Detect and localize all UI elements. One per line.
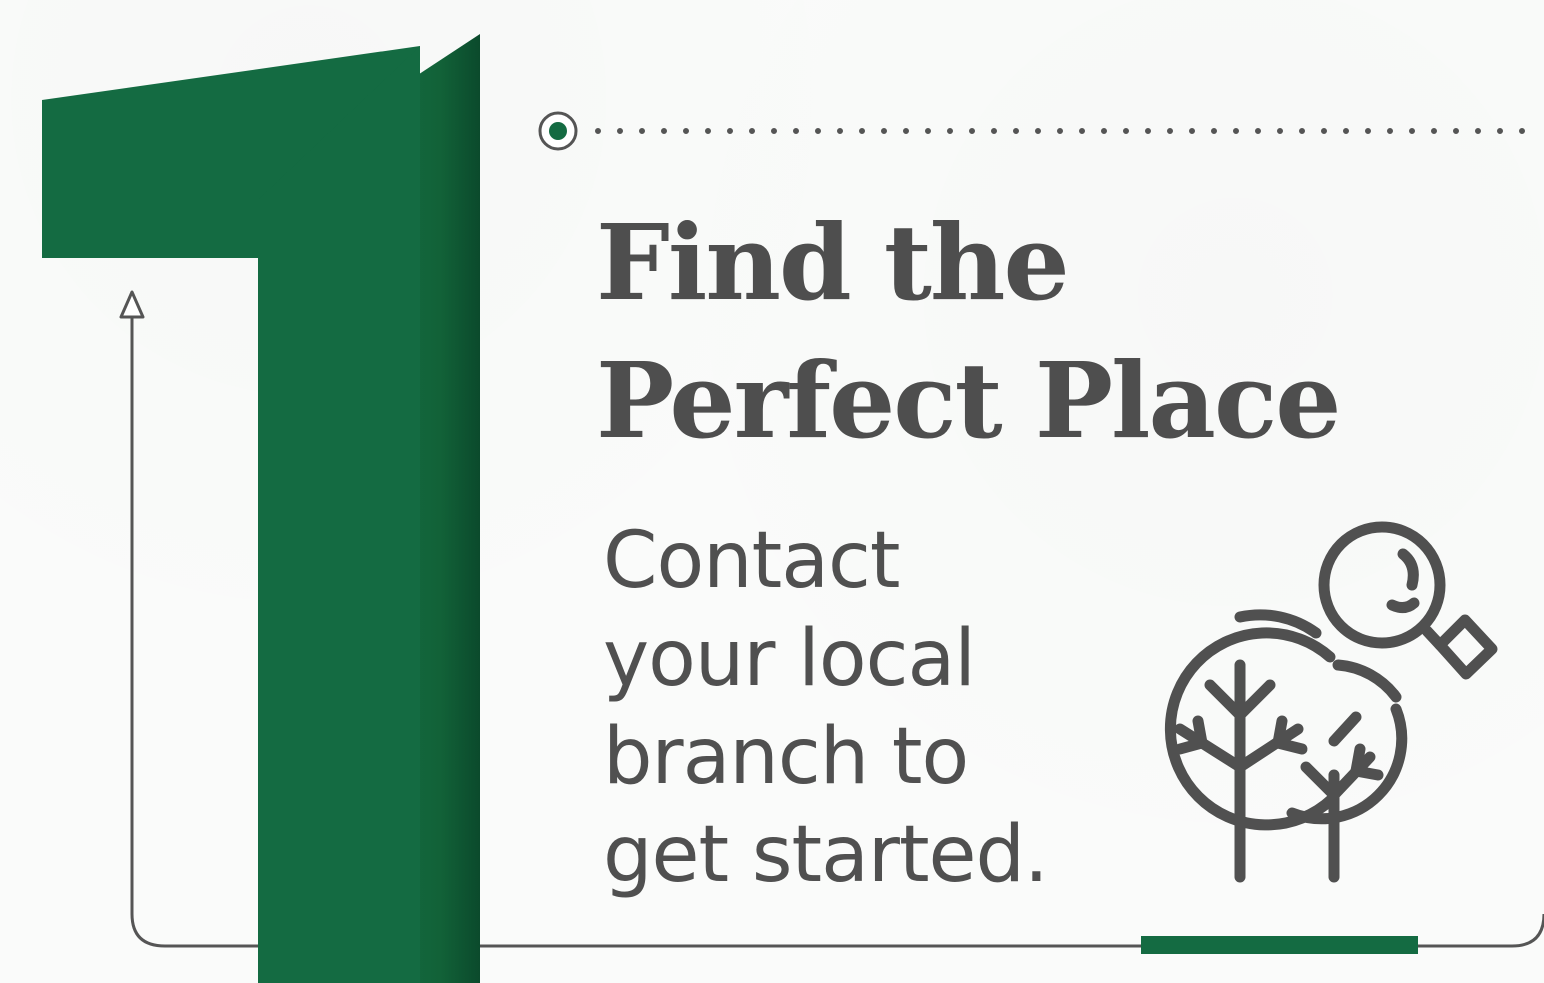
timeline-dot-icon <box>538 111 578 151</box>
up-arrow-icon <box>119 290 145 319</box>
description-line-4: get started. <box>603 810 1049 900</box>
step-card: Find the Perfect Place Contact your loca… <box>0 0 1544 983</box>
description-line-2: your local <box>603 614 976 704</box>
title-line-2: Perfect Place <box>596 339 1341 462</box>
step-title: Find the Perfect Place <box>596 194 1341 470</box>
title-line-1: Find the <box>596 201 1070 324</box>
trees-with-magnifying-glass-icon <box>1164 521 1498 883</box>
step-description: Contact your local branch to get started… <box>603 512 1049 904</box>
description-line-3: branch to <box>603 712 969 802</box>
description-line-1: Contact <box>603 516 900 606</box>
